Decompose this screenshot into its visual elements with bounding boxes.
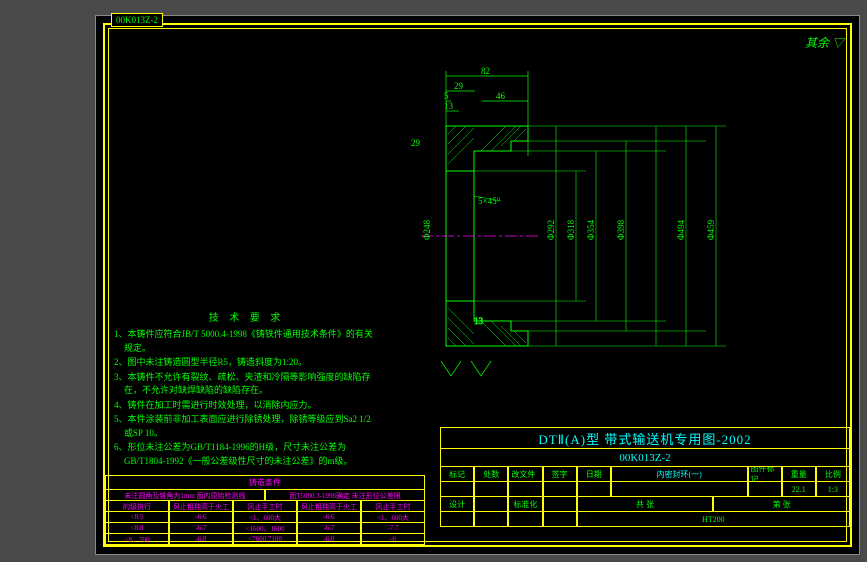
- technical-drawing: 82 29 5 46 13 29: [366, 66, 736, 396]
- drawing-title: DTⅡ(A)型 带式输送机专用图-2002: [440, 427, 850, 449]
- technical-requirements: 技 术 要 求 1、本铸件应符合JB/T 5000.4-1998《铸铁件通用技术…: [114, 311, 379, 469]
- notes-title: 技 术 要 求: [114, 311, 379, 326]
- dim-82: 82: [481, 66, 490, 76]
- dim-13: 13: [444, 101, 454, 111]
- note-item: 5、本件涂装前非加工表面应进行除锈处理，除锈等级应到Sa2 1/2或SP 10。: [124, 413, 379, 440]
- dim-354: Φ354: [586, 219, 596, 240]
- drawing-tag: 00K013Z-2: [111, 13, 163, 27]
- note-item: 1、本铸件应符合JB/T 5000.4-1998《铸铁件通用技术条件》的有关规定…: [124, 328, 379, 355]
- dim-292: Φ292: [546, 220, 556, 240]
- dim-5: 5: [444, 91, 449, 101]
- dim-318: Φ318: [566, 219, 576, 240]
- note-item: 6、形位未注公差为GB/T1184-1996的H级，尺寸未注公差为GB/T180…: [124, 441, 379, 468]
- dim-29: 29: [454, 81, 464, 91]
- dim-left-29: 29: [411, 138, 421, 148]
- dim-398: Φ398: [616, 219, 626, 240]
- dim-494: Φ494: [676, 219, 686, 240]
- surface-finish-note: 其余 ▽: [805, 34, 844, 51]
- drawing-code: 00K013Z-2: [440, 449, 850, 467]
- note-item: 2、图中未注铸造圆型半径R5，铸造斜度为1:20。: [124, 356, 379, 370]
- spec-title: 铸造条件: [105, 475, 425, 490]
- dim-248: Φ248: [422, 219, 432, 240]
- note-item: 4、铸件在加工时需进行时效处理，以消除内应力。: [124, 399, 379, 413]
- spec-table: 铸造条件 未注圆角及锥角为1mm 面内原始检测线面T5000.3-1998确定 …: [105, 475, 425, 545]
- dim-459: Φ459: [706, 219, 716, 240]
- title-block: DTⅡ(A)型 带式输送机专用图-2002 00K013Z-2 标记处数图签更改…: [440, 427, 850, 545]
- dim-bottom-13: 13: [474, 316, 484, 326]
- note-item: 3、本铸件不允许有裂纹、疏松、夹渣和冷隔等影响强度的缺陷存在，不允许对缺焊缺陷的…: [124, 371, 379, 398]
- dim-46: 46: [496, 91, 506, 101]
